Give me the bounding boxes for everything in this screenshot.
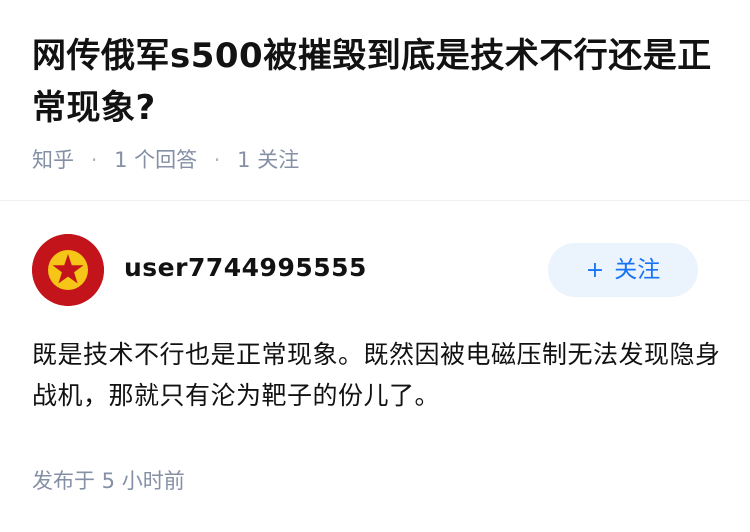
question-title[interactable]: 网传俄军s500被摧毁到底是技术不行还是正常现象? xyxy=(32,30,722,134)
follow-button-label: 关注 xyxy=(614,257,661,283)
avatar[interactable] xyxy=(32,234,104,306)
page: 网传俄军s500被摧毁到底是技术不行还是正常现象? 知乎 · 1 个回答 · 1… xyxy=(0,0,750,532)
publish-time: 发布于 5 小时前 xyxy=(32,469,185,493)
question-meta: 知乎 · 1 个回答 · 1 关注 xyxy=(32,144,299,176)
meta-separator: · xyxy=(213,148,221,172)
follow-button[interactable]: + 关注 xyxy=(548,243,698,297)
answer-card: user7744995555 + 关注 既是技术不行也是正常现象。既然因被电磁压制… xyxy=(0,201,750,532)
question-header: 网传俄军s500被摧毁到底是技术不行还是正常现象? 知乎 · 1 个回答 · 1… xyxy=(0,0,750,201)
answer-count[interactable]: 1 个回答 xyxy=(114,148,197,172)
source-label[interactable]: 知乎 xyxy=(32,148,74,172)
meta-separator: · xyxy=(90,148,98,172)
plus-icon: + xyxy=(585,258,605,283)
follow-count[interactable]: 1 关注 xyxy=(237,148,299,172)
answer-content[interactable]: 既是技术不行也是正常现象。既然因被电磁压制无法发现隐身战机，那就只有沦为靶子的份… xyxy=(32,334,722,416)
red-star-emblem-icon xyxy=(32,234,104,306)
author-name[interactable]: user7744995555 xyxy=(124,251,367,285)
